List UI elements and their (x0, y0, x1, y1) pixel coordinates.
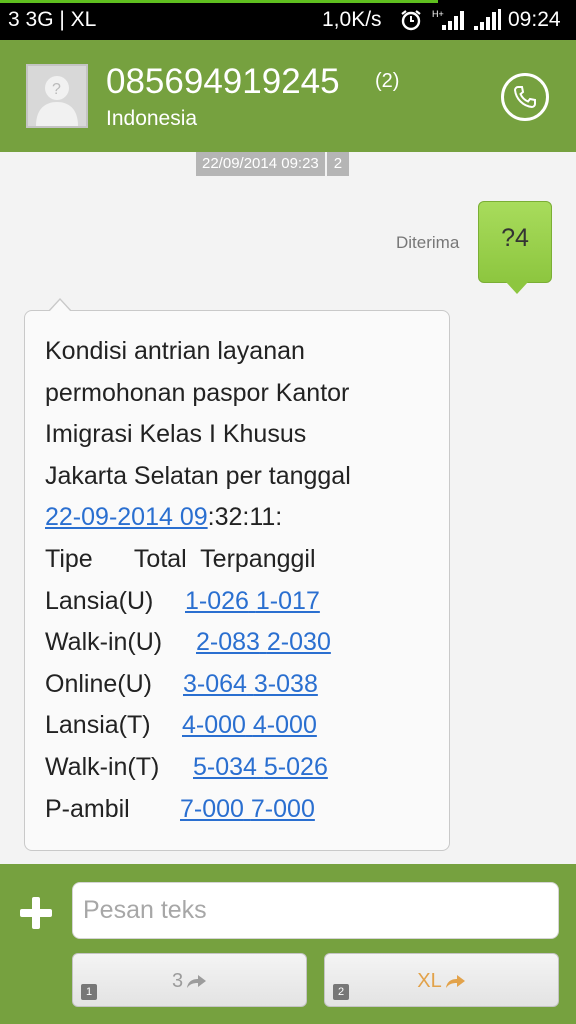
called-number: 1-017 (255, 586, 320, 615)
message-line: 22-09-2014 09:32:11: (45, 497, 431, 539)
contact-country: Indonesia (106, 107, 198, 130)
message-line: Imigrasi Kelas I Khusus (45, 420, 307, 449)
received-message-bubble[interactable]: Kondisi antrian layanan permohonan paspo… (24, 298, 450, 851)
table-row: Lansia(T) 4-000 4-000 (45, 705, 431, 747)
queue-table: Lansia(U) 1-026 1-017 Walk-in(U) 2-083 2-03… (45, 581, 431, 831)
queue-numbers-link[interactable]: 3-064 3-038 (183, 664, 318, 706)
sim2-label: XL (417, 970, 442, 992)
download-progress (0, 0, 576, 3)
call-button[interactable] (501, 73, 549, 121)
queue-numbers-link[interactable]: 1-026 1-017 (185, 581, 320, 623)
message-input[interactable] (72, 882, 559, 939)
called-number: 4-000 (252, 711, 317, 740)
queue-type: Walk-in(T) (45, 752, 160, 781)
bubble-tail (506, 282, 528, 294)
add-attachment-button[interactable] (18, 895, 54, 931)
queue-type: P-ambil (45, 794, 130, 823)
send-sim2-button[interactable]: 2 XL (324, 953, 559, 1007)
phone-icon (513, 86, 536, 109)
queue-numbers-link[interactable]: 5-034 5-026 (193, 747, 328, 789)
message-count: (2) (375, 70, 400, 92)
called-number: 5-026 (263, 752, 328, 781)
message-line: permohonan paspor Kantor (45, 378, 350, 407)
total-number: 7-000 (180, 794, 244, 823)
carrier-text: 3 3G | XL (8, 8, 97, 31)
delivery-status: Diterima (396, 233, 460, 252)
datetime-rest: :32:11: (207, 503, 283, 532)
called-number: 7-000 (250, 794, 315, 823)
sent-message-bubble[interactable]: ?4 (478, 201, 552, 294)
forward-arrow-icon (445, 974, 465, 988)
bubble-tail (49, 300, 71, 312)
clock-time: 09:24 (508, 8, 561, 31)
sim-badge: 2 (326, 152, 350, 176)
contact-avatar[interactable]: ? (26, 64, 88, 128)
message-date: 22/09/2014 09:23 (196, 152, 325, 176)
message-line: Jakarta Selatan per tanggal (45, 461, 351, 490)
network-speed: 1,0K/s (322, 8, 382, 31)
message-line: Kondisi antrian layanan (45, 337, 305, 365)
svg-text:?: ? (52, 81, 61, 98)
table-row: Walk-in(U) 2-083 2-030 (45, 622, 431, 664)
called-number: 3-038 (253, 669, 318, 698)
table-row: Online(U) 3-064 3-038 (45, 664, 431, 706)
signal-hplus-icon: H+ (432, 9, 464, 30)
total-number: 1-026 (185, 586, 249, 615)
queue-type: Lansia(U) (45, 586, 154, 615)
send-sim1-button[interactable]: 1 3 (72, 953, 307, 1007)
queue-numbers-link[interactable]: 4-000 4-000 (182, 705, 317, 747)
total-number: 2-083 (196, 628, 260, 657)
net-type-label: H+ (432, 9, 444, 19)
sent-message-text: ?4 (501, 224, 529, 252)
total-number: 4-000 (182, 711, 246, 740)
queue-type: Walk-in(U) (45, 628, 163, 657)
queue-type: Lansia(T) (45, 711, 151, 740)
date-stamp: 22/09/2014 09:23 2 (196, 152, 350, 178)
queue-type: Online(U) (45, 669, 152, 698)
alarm-clock-icon (401, 10, 421, 31)
table-row: Lansia(U) 1-026 1-017 (45, 581, 431, 623)
signal-strength-icon (474, 9, 501, 30)
total-number: 5-034 (193, 752, 257, 781)
queue-numbers-link[interactable]: 7-000 7-000 (180, 789, 315, 831)
called-number: 2-030 (266, 628, 331, 657)
forward-arrow-icon (187, 974, 207, 988)
sim1-label: 3 (171, 970, 184, 992)
sim-number: 2 (333, 984, 349, 1000)
table-header: Tipe Total Terpanggil (45, 544, 316, 573)
datetime-link[interactable]: 22-09-2014 09 (45, 503, 208, 531)
total-number: 3-064 (183, 669, 247, 698)
table-row: P-ambil 7-000 7-000 (45, 789, 431, 831)
table-row: Walk-in(T) 5-034 5-026 (45, 747, 431, 789)
contact-number: 085694919245 (106, 62, 340, 101)
queue-numbers-link[interactable]: 2-083 2-030 (196, 622, 331, 664)
status-bar: 3 3G | XL 1,0K/s H+ 09:24 (0, 0, 576, 40)
sim-number: 1 (81, 984, 97, 1000)
person-placeholder-icon: ? (36, 76, 78, 126)
conversation-header: ? 085694919245 (2) Indonesia (0, 40, 576, 152)
